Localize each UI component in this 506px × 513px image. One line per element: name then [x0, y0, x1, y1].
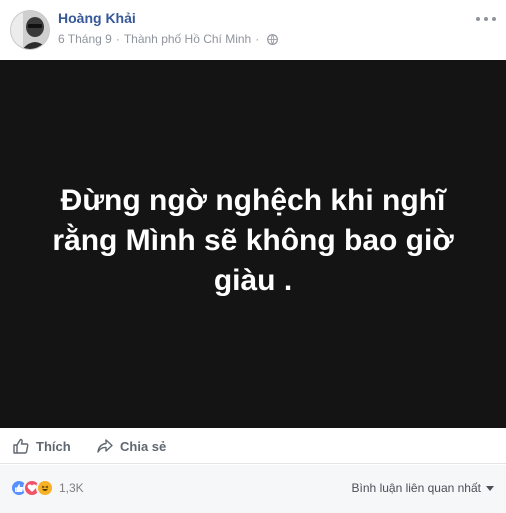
like-button[interactable]: Thích: [12, 437, 71, 455]
thumbs-up-icon: [13, 438, 29, 454]
meta-separator-2: ·: [255, 32, 260, 46]
comment-sort-label: Bình luận liên quan nhất: [351, 481, 481, 495]
avatar-image: [11, 11, 49, 49]
dot-icon: [484, 17, 488, 21]
post-media[interactable]: Đừng ngờ nghệch khi nghĩ rằng Mình sẽ kh…: [0, 60, 506, 428]
share-label: Chia sẻ: [120, 438, 167, 454]
media-text: Đừng ngờ nghệch khi nghĩ rằng Mình sẽ kh…: [52, 184, 454, 297]
dot-icon: [492, 17, 496, 21]
action-bar: Thích Chia sẻ: [0, 428, 506, 464]
reaction-summary[interactable]: 1,3K: [10, 479, 84, 497]
meta-separator: ·: [115, 32, 120, 46]
post-header: Hoàng Khải 6 Tháng 9 · Thành phố Hồ Chí …: [0, 0, 506, 60]
globe-icon[interactable]: [267, 33, 279, 45]
post-location[interactable]: Thành phố Hồ Chí Minh: [124, 32, 251, 46]
share-icon: [97, 439, 113, 453]
author-name[interactable]: Hoàng Khải: [58, 10, 136, 26]
caret-down-icon: [486, 485, 494, 491]
post-meta: 6 Tháng 9 · Thành phố Hồ Chí Minh ·: [58, 32, 279, 46]
share-button[interactable]: Chia sẻ: [96, 437, 166, 455]
like-label: Thích: [36, 438, 71, 454]
more-options-icon[interactable]: [476, 12, 496, 26]
haha-icon: [36, 479, 54, 497]
post-date[interactable]: 6 Tháng 9: [58, 32, 112, 46]
post-card: Hoàng Khải 6 Tháng 9 · Thành phố Hồ Chí …: [0, 0, 506, 513]
author-avatar[interactable]: [10, 10, 50, 50]
reactions-bar: 1,3K Bình luận liên quan nhất: [0, 465, 506, 513]
dot-icon: [476, 17, 480, 21]
reaction-count[interactable]: 1,3K: [59, 481, 84, 495]
comment-sort-dropdown[interactable]: Bình luận liên quan nhất: [352, 481, 494, 495]
